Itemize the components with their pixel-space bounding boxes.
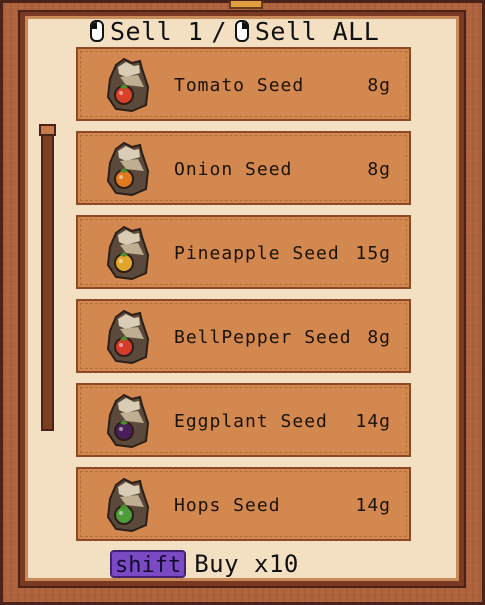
eggplant-seed-bag-icon (102, 393, 154, 449)
buy-hint: shift Buy x10 (110, 548, 299, 580)
shop-item-row[interactable]: Tomato Seed 8g (76, 47, 411, 121)
frame-top-ornament (229, 1, 263, 9)
mouse-left-click-icon (90, 20, 104, 42)
buy-x10-label: Buy x10 (194, 550, 299, 578)
item-price: 8g (367, 75, 391, 96)
shop-item-row[interactable]: BellPepper Seed 8g (76, 299, 411, 373)
hops-seed-bag-icon (102, 477, 154, 533)
scrollbar-track[interactable] (41, 128, 54, 431)
header-separator: / (211, 16, 227, 46)
item-price: 8g (367, 327, 391, 348)
mouse-right-click-icon (234, 20, 249, 42)
item-name: Hops Seed (174, 495, 281, 516)
pineapple-seed-bag-icon (102, 225, 154, 281)
shop-item-row[interactable]: Hops Seed 14g (76, 467, 411, 541)
item-name: Onion Seed (174, 159, 293, 180)
tomato-seed-bag-icon (102, 57, 154, 113)
item-name: Tomato Seed (174, 75, 305, 96)
sell-instructions: Sell 1 / Sell ALL (90, 16, 379, 46)
item-price: 8g (367, 159, 391, 180)
shop-item-row[interactable]: Pineapple Seed 15g (76, 215, 411, 289)
scrollbar-thumb[interactable] (39, 124, 56, 136)
sell-all-label: Sell ALL (254, 16, 380, 46)
sell-one-label: Sell 1 (110, 16, 204, 46)
item-price: 14g (355, 411, 391, 432)
item-name: Pineapple Seed (174, 243, 340, 264)
shop-item-row[interactable]: Onion Seed 8g (76, 131, 411, 205)
item-name: BellPepper Seed (174, 327, 352, 348)
item-price: 15g (355, 243, 391, 264)
shift-key-badge: shift (110, 550, 187, 578)
item-name: Eggplant Seed (174, 411, 328, 432)
bellpepper-seed-bag-icon (102, 309, 154, 365)
item-price: 14g (355, 495, 391, 516)
shop-item-row[interactable]: Eggplant Seed 14g (76, 383, 411, 457)
onion-seed-bag-icon (102, 141, 154, 197)
